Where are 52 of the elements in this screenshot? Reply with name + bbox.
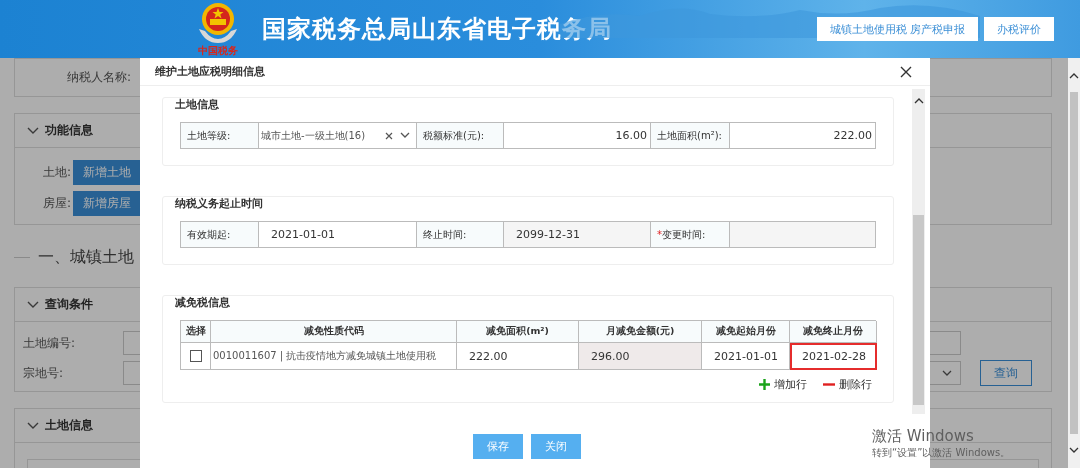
dialog-title: 维护土地应税明细信息 (155, 64, 265, 79)
column-header: 月减免金额(元) (579, 321, 702, 343)
date-field[interactable]: 2021-01-01 (702, 343, 790, 370)
fieldset-title: 土地信息 (173, 98, 221, 112)
clear-icon[interactable] (385, 131, 393, 140)
column-header: 减免性质代码 (211, 321, 457, 343)
panel-title: 功能信息 (45, 122, 93, 139)
scrollbar[interactable] (912, 89, 925, 414)
field-label: *变更时间: (651, 222, 730, 248)
add-row-button[interactable]: 增加行 (759, 377, 807, 392)
header-button[interactable]: 办税评价 (984, 17, 1054, 41)
checkbox[interactable] (189, 350, 202, 362)
column-header: 选择 (181, 321, 211, 343)
field-label: 土地: (41, 164, 72, 181)
field-label: 宗地号: (22, 364, 65, 382)
date-field: 2099-12-31 (504, 222, 651, 248)
logo-text: 中国税务 (198, 44, 238, 56)
chevron-icon[interactable] (27, 421, 39, 430)
close-icon[interactable] (900, 65, 912, 78)
section-heading: 一、城镇土地 (38, 246, 134, 268)
field-label: 土地编号: (22, 334, 77, 352)
plus-icon (759, 379, 770, 390)
select-value: 0010011607 | 抗击疫情地方减免城镇土地使用税 (213, 349, 437, 363)
fieldset-title: 纳税义务起止时间 (173, 197, 265, 211)
chevron-icon[interactable] (27, 126, 39, 135)
activation-hint: 转到“设置”以激活 Windows。 (872, 446, 1011, 460)
scrollbar[interactable] (1068, 58, 1080, 468)
panel-title: 土地信息 (45, 417, 93, 434)
header-button[interactable]: 城镇土地使用税 房产税申报 (816, 17, 978, 41)
minus-icon (823, 383, 835, 386)
select-value: 城市土地-一级土地(16) (261, 128, 367, 143)
fieldset-title: 减免税信息 (173, 296, 232, 310)
chevron-icon[interactable] (27, 300, 39, 309)
input-field[interactable]: 222.00 (730, 123, 876, 149)
site-title: 国家税务总局山东省电子税务局 (262, 14, 612, 45)
field-label: 土地面积(m²): (651, 123, 730, 149)
field-label: 终止时间: (417, 222, 504, 248)
input-field: 296.00 (579, 343, 702, 370)
column-header: 减免终止月份 (790, 321, 877, 343)
panel-title: 查询条件 (45, 296, 93, 313)
field-label: 有效期起: (181, 222, 259, 248)
field-label: 房屋: (41, 195, 72, 212)
field-label: 土地等级: (181, 123, 259, 149)
column-header: 减免起始月份 (702, 321, 790, 343)
chevron-icon (400, 132, 410, 139)
field-label: 税额标准(元): (417, 123, 504, 149)
column-header: 减免面积(m²) (457, 321, 579, 343)
select-field[interactable]: 0010011607 | 抗击疫情地方减免城镇土地使用税 (211, 343, 457, 370)
chevron-icon (942, 369, 952, 377)
date-field[interactable]: 2021-02-28 (790, 343, 877, 370)
field-label: 纳税人名称: (65, 69, 131, 86)
delete-row-button[interactable]: 删除行 (823, 377, 872, 392)
